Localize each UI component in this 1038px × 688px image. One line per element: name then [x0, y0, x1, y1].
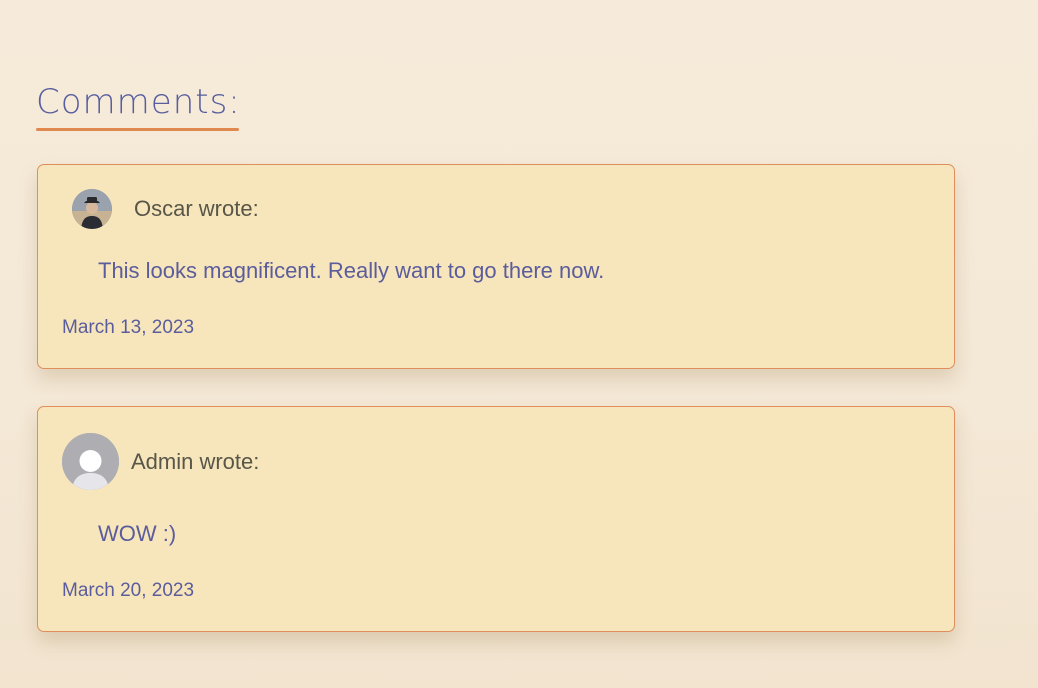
default-user-avatar[interactable]	[62, 433, 119, 490]
comment-card: Admin wrote: WOW :) March 20, 2023	[37, 406, 955, 632]
comment-text: This looks magnificent. Really want to g…	[98, 258, 605, 283]
comment-card: Oscar wrote: This looks magnificent. Rea…	[37, 164, 955, 369]
comment-date: March 13, 2023	[62, 317, 195, 338]
comments-heading: Comments:	[36, 82, 241, 122]
comment-text: WOW :)	[98, 521, 177, 546]
user-photo-avatar[interactable]	[72, 189, 112, 229]
comment-author: Oscar wrote:	[134, 196, 259, 221]
comment-date: March 20, 2023	[62, 580, 195, 601]
heading-underline	[36, 128, 239, 131]
comment-author: Admin wrote:	[131, 449, 260, 474]
